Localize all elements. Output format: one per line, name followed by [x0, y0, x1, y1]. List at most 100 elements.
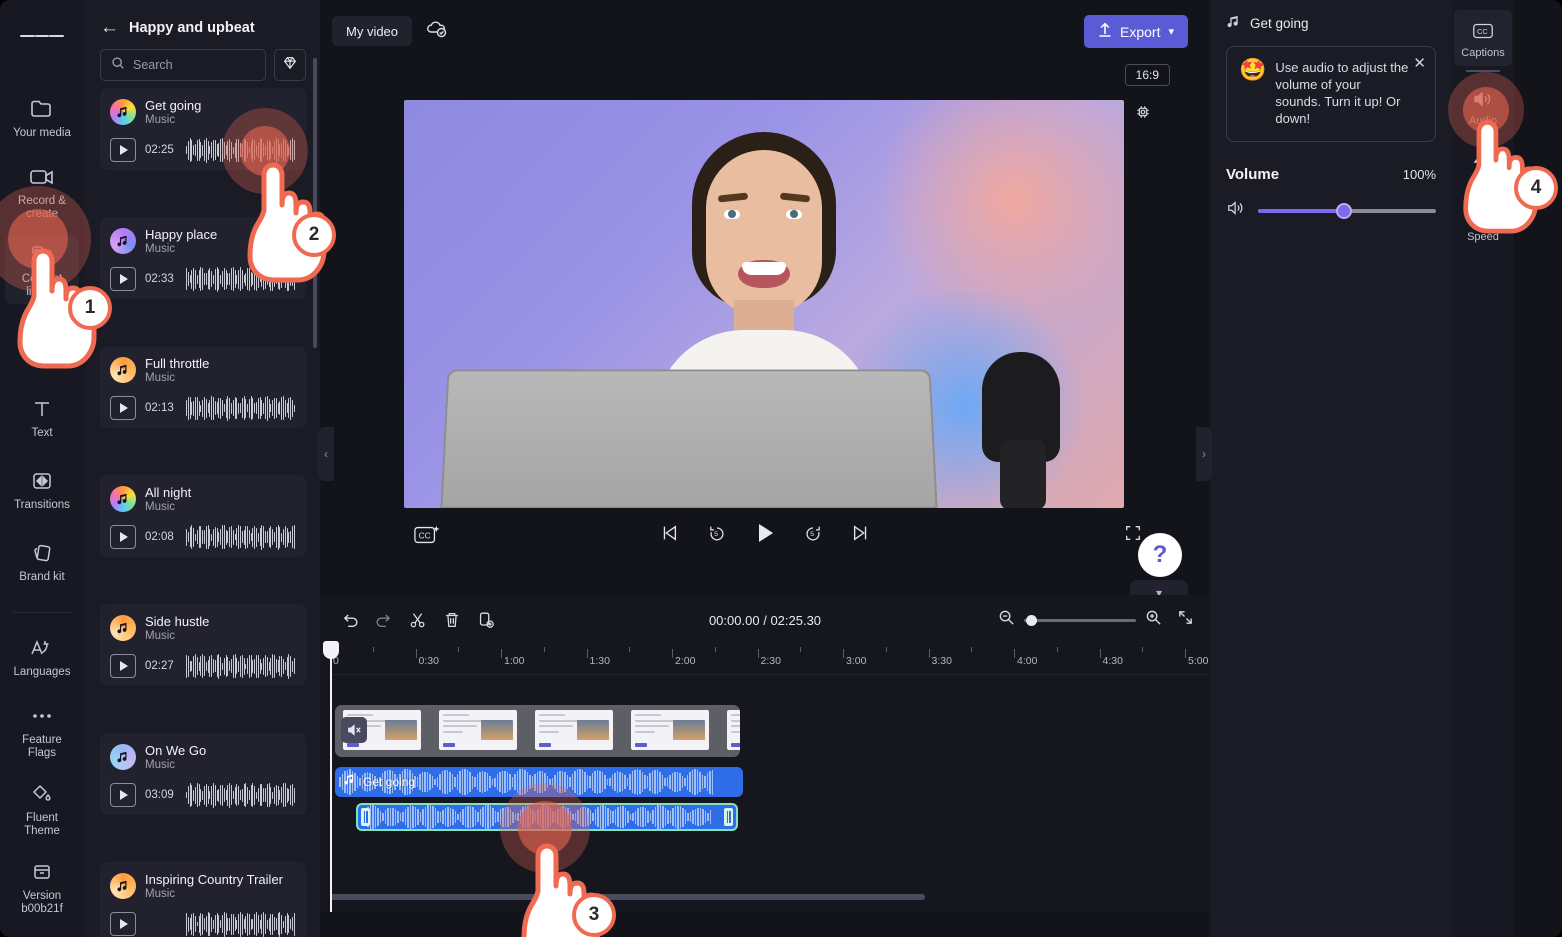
- video-thumbnail: [431, 705, 527, 757]
- aspect-ratio-button[interactable]: 16:9: [1124, 64, 1170, 86]
- tab-captions[interactable]: CC Captions: [1454, 10, 1512, 66]
- fit-to-screen-icon[interactable]: [1177, 609, 1194, 631]
- scrollbar-thumb[interactable]: [330, 894, 925, 900]
- chip-gear-icon[interactable]: [1134, 103, 1152, 126]
- play-button[interactable]: [110, 912, 136, 936]
- sidebar-label: Version b00b21f: [21, 890, 63, 915]
- play-button[interactable]: [110, 525, 136, 549]
- music-duration: 02:25: [145, 144, 174, 156]
- music-duration: 03:09: [145, 789, 174, 801]
- zoom-slider-knob[interactable]: [1026, 614, 1037, 626]
- album-art-icon: [110, 357, 136, 383]
- time-separator: /: [763, 612, 767, 628]
- search-input[interactable]: [133, 58, 255, 72]
- redo-icon[interactable]: [370, 606, 398, 634]
- collapse-left-panel-button[interactable]: ‹: [318, 427, 334, 481]
- music-card[interactable]: Full throttle Music 02:13: [100, 346, 306, 428]
- back-arrow-icon[interactable]: ←: [100, 18, 119, 37]
- music-track-list[interactable]: Get going Music 02:25 Happy place Music 02:33…: [84, 88, 320, 937]
- search-box[interactable]: [100, 49, 266, 81]
- play-button[interactable]: [110, 138, 136, 162]
- sidebar-item-your-media[interactable]: Your media: [5, 86, 79, 148]
- play-button[interactable]: [110, 783, 136, 807]
- speaker-muted-icon[interactable]: [341, 717, 367, 743]
- album-art-icon: [110, 744, 136, 770]
- sidebar-item-languages[interactable]: Languages: [5, 625, 79, 687]
- zoom-slider[interactable]: [1024, 614, 1136, 626]
- sidebar-item-brand-kit[interactable]: Brand kit: [5, 530, 79, 592]
- zoom-in-icon[interactable]: [1145, 609, 1162, 631]
- music-type: Music: [145, 759, 176, 771]
- play-button[interactable]: [110, 654, 136, 678]
- play-button[interactable]: [110, 267, 136, 291]
- sidebar-label: Transitions: [14, 498, 70, 511]
- hamburger-menu-icon[interactable]: [20, 14, 65, 58]
- sidebar-item-templates[interactable]: Te: [5, 314, 79, 376]
- skip-to-end-icon[interactable]: [848, 520, 874, 546]
- rewind-5-icon[interactable]: 5: [704, 520, 730, 546]
- text-t-icon: [31, 395, 53, 423]
- music-card[interactable]: Inspiring Country Trailer Music: [100, 862, 306, 937]
- music-card[interactable]: Happy place Music 02:33: [100, 217, 306, 299]
- ruler-label: 1:00: [504, 655, 525, 667]
- volume-slider-knob[interactable]: [1336, 202, 1353, 219]
- volume-slider[interactable]: [1258, 202, 1436, 219]
- video-preview[interactable]: [404, 100, 1124, 508]
- duplicate-icon[interactable]: [472, 606, 500, 634]
- selected-audio-clip[interactable]: [356, 803, 738, 831]
- timecode-display: 00:00.00 / 02:25.30: [709, 613, 821, 628]
- scissors-icon[interactable]: [404, 606, 432, 634]
- play-icon[interactable]: [752, 520, 778, 546]
- trash-icon[interactable]: [438, 606, 466, 634]
- fullscreen-icon[interactable]: [1124, 524, 1142, 547]
- forward-5-icon[interactable]: 5: [800, 520, 826, 546]
- panel-scrollbar[interactable]: [313, 58, 317, 348]
- skip-to-start-icon[interactable]: [656, 520, 682, 546]
- undo-icon[interactable]: [336, 606, 364, 634]
- ruler-tick-minor: [971, 647, 973, 652]
- music-type: Music: [145, 888, 176, 900]
- ruler-tick-minor: [458, 647, 460, 652]
- timeline-ruler[interactable]: 0 0:30 1:00 1:30 2:00 2:30 3:00 3:30 4:00 4:30 5:0…: [330, 645, 1210, 675]
- export-button[interactable]: Export ▾: [1084, 15, 1188, 48]
- tab-fade[interactable]: F: [1454, 136, 1512, 192]
- star-struck-emoji-icon: 🤩: [1239, 57, 1267, 82]
- timeline-horizontal-scrollbar[interactable]: [330, 894, 1210, 900]
- tab-audio[interactable]: Audio: [1454, 78, 1512, 134]
- sidebar-item-content-library[interactable]: Content library: [5, 236, 79, 304]
- music-title: Side hustle: [145, 614, 210, 629]
- close-icon[interactable]: ✕: [1413, 56, 1426, 71]
- sidebar-item-fluent-theme[interactable]: Fluent Theme: [5, 775, 79, 843]
- total-time: 02:25.30: [770, 612, 822, 628]
- premium-filter-button[interactable]: [274, 49, 306, 81]
- music-card[interactable]: All night Music 02:08: [100, 475, 306, 557]
- video-track-clip[interactable]: [335, 705, 740, 757]
- active-tab-indicator: [1466, 70, 1500, 72]
- sidebar-item-feature-flags[interactable]: Feature Flags: [5, 697, 79, 765]
- zoom-out-icon[interactable]: [998, 609, 1015, 631]
- properties-title: Get going: [1250, 15, 1309, 31]
- speedometer-icon: [1471, 202, 1495, 228]
- ruler-tick-minor: [1056, 647, 1058, 652]
- sidebar-item-record-create[interactable]: Record & create: [5, 158, 79, 226]
- speaker-icon[interactable]: [1226, 199, 1246, 222]
- help-button[interactable]: ?: [1138, 533, 1182, 577]
- music-card[interactable]: Side hustle Music 02:27: [100, 604, 306, 686]
- sidebar-item-version[interactable]: Version b00b21f: [5, 853, 79, 921]
- tab-speed[interactable]: Speed: [1454, 194, 1512, 250]
- play-button[interactable]: [110, 396, 136, 420]
- audio-track-clip-get-going[interactable]: Get going: [335, 767, 743, 797]
- cc-sparkle-icon[interactable]: CC: [412, 522, 442, 553]
- music-card[interactable]: On We Go Music 03:09: [100, 733, 306, 815]
- sidebar-item-transitions[interactable]: Transitions: [5, 458, 79, 520]
- svg-text:CC: CC: [419, 530, 431, 540]
- sidebar-item-text[interactable]: Text: [5, 386, 79, 448]
- trim-handle-left[interactable]: [361, 808, 370, 826]
- trim-handle-right[interactable]: [724, 808, 733, 826]
- cloud-saved-icon[interactable]: [424, 18, 450, 45]
- music-card[interactable]: Get going Music 02:25: [100, 88, 306, 170]
- timeline-playhead[interactable]: [323, 641, 339, 912]
- collapse-right-panel-button[interactable]: ›: [1196, 427, 1212, 481]
- music-type: Music: [145, 501, 176, 513]
- project-tab[interactable]: My video: [332, 16, 413, 46]
